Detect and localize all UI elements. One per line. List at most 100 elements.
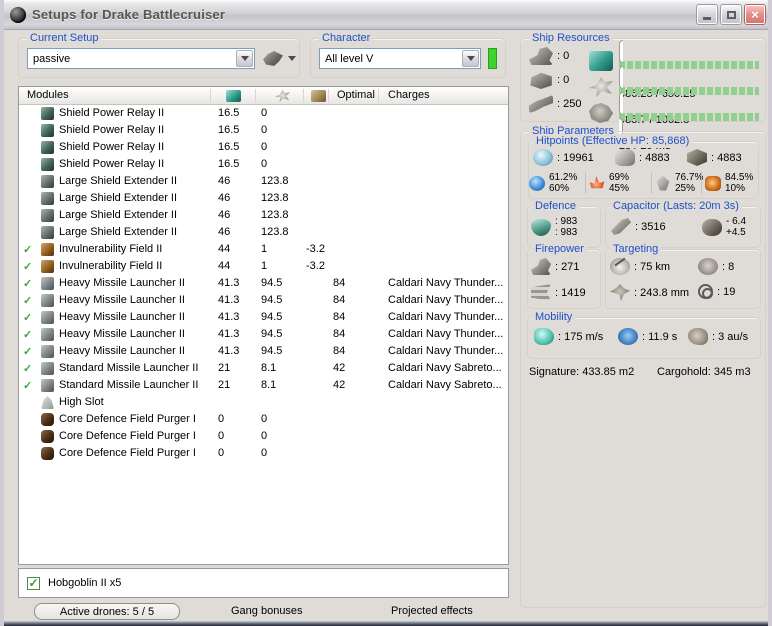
module-cpu: 41.3 — [218, 311, 239, 323]
table-row[interactable]: ✓Heavy Missile Launcher II41.394.584Cald… — [19, 326, 508, 343]
table-row[interactable]: ✓Invulnerability Field II441-3.2 — [19, 258, 508, 275]
module-name: Shield Power Relay II — [59, 141, 164, 153]
max-targets: : 8 — [698, 258, 734, 275]
module-powergrid: 123.8 — [261, 209, 289, 221]
module-powergrid: 94.5 — [261, 328, 282, 340]
module-name: Heavy Missile Launcher II — [59, 345, 185, 357]
active-check-icon: ✓ — [23, 277, 32, 290]
active-check-icon: ✓ — [23, 243, 32, 256]
kinetic-resist-armor: 25% — [675, 183, 703, 194]
maximize-button[interactable] — [720, 4, 742, 25]
column-header-optimal[interactable]: Optimal — [337, 89, 375, 101]
shield-hp-value: : 19961 — [557, 152, 594, 164]
module-powergrid: 0 — [261, 430, 267, 442]
table-row[interactable]: Shield Power Relay II16.50 — [19, 139, 508, 156]
table-row[interactable]: ✓Heavy Missile Launcher II41.394.584Cald… — [19, 309, 508, 326]
table-row[interactable]: ✓Heavy Missile Launcher II41.394.584Cald… — [19, 292, 508, 309]
capacitor-amount-value: : 3516 — [635, 221, 666, 233]
module-cpu: 16.5 — [218, 124, 239, 136]
module-cpu: 0 — [218, 447, 224, 459]
drone-checkbox[interactable]: ✓ — [27, 577, 40, 590]
drones-list[interactable]: ✓ Hobgoblin II x5 — [18, 568, 509, 598]
calibration-value: : 250 — [557, 98, 581, 110]
table-row[interactable]: Core Defence Field Purger I00 — [19, 411, 508, 428]
tab-projected-effects[interactable]: Projected effects — [391, 605, 473, 617]
cpu-icon — [226, 90, 241, 102]
setup-combobox-arrow[interactable] — [236, 50, 253, 67]
rig-icon — [41, 430, 54, 443]
table-row[interactable]: Large Shield Extender II46123.8 — [19, 173, 508, 190]
table-row[interactable]: Shield Power Relay II16.50 — [19, 105, 508, 122]
active-check-icon: ✓ — [23, 362, 32, 375]
resist-divider — [701, 172, 702, 194]
explosive-resist-shield: 84.5% — [725, 172, 753, 183]
table-row[interactable]: Shield Power Relay II16.50 — [19, 156, 508, 173]
em-resist-armor: 60% — [549, 183, 577, 194]
table-row[interactable]: Core Defence Field Purger I00 — [19, 428, 508, 445]
skill-level-indicator — [488, 48, 497, 69]
close-button[interactable]: × — [744, 4, 766, 25]
capacitor-battery-icon — [702, 219, 722, 236]
character-label: Character — [319, 31, 373, 45]
cargohold-capacity: Cargohold: 345 m3 — [657, 366, 751, 378]
capacitor-recharge-value: +4.5 — [726, 227, 746, 238]
setup-tools-button[interactable] — [263, 51, 296, 66]
table-row[interactable]: Large Shield Extender II46123.8 — [19, 224, 508, 241]
hull-icon — [687, 149, 707, 166]
table-row[interactable]: ✓Heavy Missile Launcher II41.394.584Cald… — [19, 343, 508, 360]
module-name: Shield Power Relay II — [59, 158, 164, 170]
resist-divider — [585, 172, 586, 194]
missile-launcher-icon — [41, 345, 54, 358]
module-capacitor: -3.2 — [306, 243, 325, 255]
powergrid-icon — [275, 90, 290, 102]
capacitor-drain-value: - 6.4 — [726, 216, 746, 227]
module-cpu: 0 — [218, 413, 224, 425]
modules-table-header[interactable]: Modules Optimal Charges — [19, 87, 508, 105]
module-name: Core Defence Field Purger I — [59, 447, 196, 459]
column-header-capacitor[interactable] — [311, 90, 326, 105]
module-powergrid: 0 — [261, 107, 267, 119]
module-name: Heavy Missile Launcher II — [59, 277, 185, 289]
module-cpu: 46 — [218, 192, 230, 204]
missiles-icon — [531, 284, 551, 301]
character-combobox-arrow[interactable] — [462, 50, 479, 67]
table-row[interactable]: Large Shield Extender II46123.8 — [19, 207, 508, 224]
module-name: Large Shield Extender II — [59, 209, 177, 221]
tab-active-drones[interactable]: Active drones: 5 / 5 — [34, 603, 180, 620]
setup-combobox[interactable]: passive — [27, 48, 255, 69]
table-row[interactable]: Large Shield Extender II46123.8 — [19, 190, 508, 207]
table-row[interactable]: ✓Standard Missile Launcher II218.142Cald… — [19, 377, 508, 394]
hull-hp-value: : 4883 — [711, 152, 742, 164]
column-header-charges[interactable]: Charges — [388, 89, 430, 101]
table-row[interactable]: ✓Heavy Missile Launcher II41.394.584Cald… — [19, 275, 508, 292]
titlebar[interactable]: Setups for Drake Battlecruiser × — [0, 0, 772, 30]
minimize-button[interactable] — [696, 4, 718, 25]
module-powergrid: 94.5 — [261, 311, 282, 323]
modules-table[interactable]: Modules Optimal Charges Shield Power Rel… — [18, 86, 509, 565]
table-row[interactable]: Shield Power Relay II16.50 — [19, 122, 508, 139]
column-divider — [210, 89, 211, 102]
compass-icon — [698, 258, 718, 275]
module-name: Large Shield Extender II — [59, 175, 177, 187]
character-combobox[interactable]: All level V — [319, 48, 481, 69]
shield-power-relay-icon — [41, 107, 54, 120]
column-header-modules[interactable]: Modules — [27, 89, 69, 101]
table-row[interactable]: Core Defence Field Purger I00 — [19, 445, 508, 462]
maximize-icon — [727, 11, 736, 19]
active-check-icon: ✓ — [23, 328, 32, 341]
capacitor-amount: : 3516 — [611, 218, 666, 235]
shield-extender-icon — [41, 175, 54, 188]
tab-gang-bonuses[interactable]: Gang bonuses — [231, 605, 303, 617]
thermal-resist-armor: 45% — [609, 183, 629, 194]
table-row[interactable]: High Slot — [19, 394, 508, 411]
thermal-resist-shield: 69% — [609, 172, 629, 183]
module-cpu: 44 — [218, 260, 230, 272]
module-optimal: 84 — [333, 311, 345, 323]
table-row[interactable]: ✓Invulnerability Field II441-3.2 — [19, 241, 508, 258]
capacitor-icon — [311, 90, 326, 102]
module-powergrid: 0 — [261, 124, 267, 136]
column-header-powergrid[interactable] — [275, 90, 290, 105]
close-icon: × — [751, 7, 759, 22]
column-header-cpu[interactable] — [226, 90, 241, 105]
table-row[interactable]: ✓Standard Missile Launcher II218.142Cald… — [19, 360, 508, 377]
